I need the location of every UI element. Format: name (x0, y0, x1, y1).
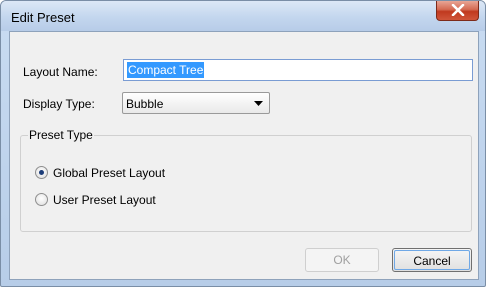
chevron-down-icon (254, 101, 263, 106)
preset-type-legend: Preset Type (28, 128, 94, 142)
layout-name-input[interactable]: Compact Tree (123, 59, 473, 81)
ok-button[interactable]: OK (305, 248, 379, 272)
radio-global-preset-label: Global Preset Layout (53, 166, 166, 180)
title-bar[interactable]: Edit Preset (1, 1, 485, 31)
close-button[interactable] (436, 1, 479, 21)
display-type-select[interactable]: Bubble (122, 92, 270, 114)
window-title: Edit Preset (11, 10, 75, 25)
layout-name-value: Compact Tree (127, 62, 205, 78)
cancel-button[interactable]: Cancel (392, 248, 472, 272)
close-icon (451, 4, 465, 16)
radio-button[interactable] (35, 193, 48, 206)
display-type-value: Bubble (126, 97, 164, 111)
cancel-button-label: Cancel (394, 250, 470, 270)
display-type-label: Display Type: (23, 97, 95, 111)
radio-button-selected[interactable] (35, 166, 48, 179)
edit-preset-dialog: Edit Preset Layout Name: Compact Tree Di… (0, 0, 486, 287)
preset-type-group (20, 135, 472, 232)
dialog-body: Layout Name: Compact Tree Display Type: … (9, 31, 479, 280)
radio-user-preset-label: User Preset Layout (53, 193, 156, 207)
layout-name-label: Layout Name: (23, 65, 98, 79)
